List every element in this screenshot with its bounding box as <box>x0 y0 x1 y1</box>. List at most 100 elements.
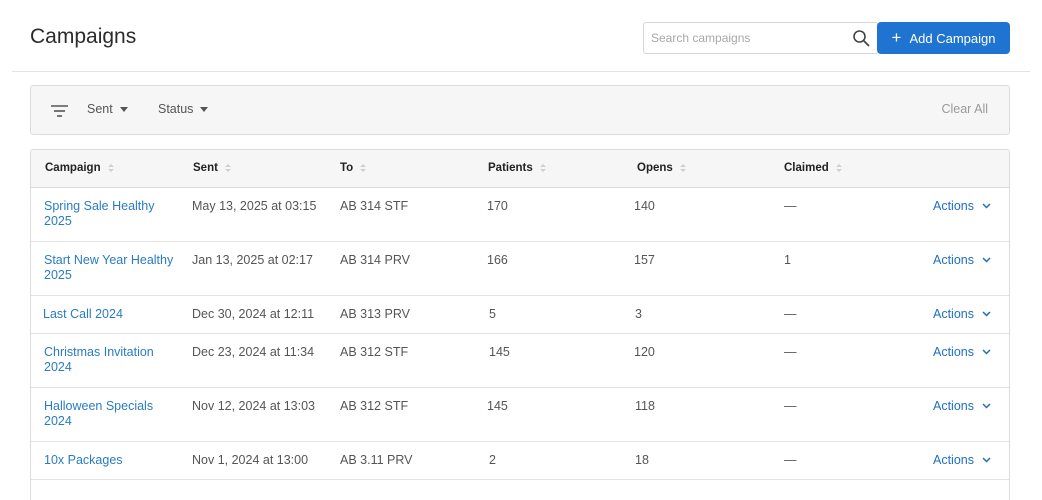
sort-icon <box>539 164 546 172</box>
opens-cell: 3 <box>635 307 642 321</box>
campaigns-page: Campaigns + Add Campaign Sent Status Cl <box>0 0 1042 500</box>
patients-cell: 145 <box>489 345 510 359</box>
page-title: Campaigns <box>30 25 137 48</box>
column-header-opens[interactable]: Opens <box>637 162 686 174</box>
to-cell: AB 3.11 PRV <box>340 453 413 467</box>
campaign-name-line: Start New Year Healthy <box>44 253 174 267</box>
sort-icon <box>107 164 114 172</box>
claimed-cell: — <box>784 199 797 213</box>
column-header-label: Opens <box>637 162 673 174</box>
chevron-down-icon <box>982 457 991 463</box>
campaign-name-link[interactable]: Halloween Specials 2024 <box>44 399 153 429</box>
chevron-down-icon <box>982 257 991 263</box>
column-header-sent[interactable]: Sent <box>193 162 231 174</box>
caret-down-icon <box>200 106 209 112</box>
to-cell: AB 314 PRV <box>340 253 410 267</box>
actions-label: Actions <box>933 345 974 359</box>
to-cell: AB 312 STF <box>340 399 409 413</box>
campaign-name-line: 2025 <box>44 268 72 282</box>
add-campaign-button[interactable]: + Add Campaign <box>877 22 1010 54</box>
campaign-name-line: Last Call 2024 <box>43 307 123 321</box>
sent-cell: Jan 13, 2025 at 02:17 <box>192 253 313 267</box>
status-filter-label: Status <box>158 102 194 116</box>
filter-icon[interactable] <box>51 104 68 118</box>
sent-cell: May 13, 2025 at 03:15 <box>192 199 317 213</box>
sent-filter-dropdown[interactable]: Sent <box>87 102 128 116</box>
column-header-label: Claimed <box>784 162 829 174</box>
table-row: Halloween Specials 2024 Nov 12, 2024 at … <box>31 388 1009 442</box>
column-header-label: Campaign <box>45 162 101 174</box>
add-campaign-label: Add Campaign <box>909 30 996 46</box>
actions-label: Actions <box>933 453 974 467</box>
campaign-name-link[interactable]: Last Call 2024 <box>43 307 123 322</box>
column-header-label: To <box>340 162 354 174</box>
actions-label: Actions <box>933 399 974 413</box>
opens-cell: 157 <box>634 253 655 267</box>
column-header-label: Sent <box>193 162 218 174</box>
search-input[interactable] <box>644 23 844 53</box>
to-cell: AB 313 PRV <box>340 307 410 321</box>
patients-cell: 170 <box>487 199 508 213</box>
sent-cell: Nov 12, 2024 at 13:03 <box>192 399 316 413</box>
actions-label: Actions <box>933 253 974 267</box>
status-filter-dropdown[interactable]: Status <box>158 102 209 116</box>
claimed-cell: 1 <box>784 253 791 267</box>
column-header-patients[interactable]: Patients <box>488 162 546 174</box>
campaign-name-link[interactable]: Start New Year Healthy 2025 <box>44 253 173 283</box>
claimed-cell: — <box>784 453 797 467</box>
to-cell: AB 312 STF <box>340 345 409 359</box>
table-row: Last Call 2024 Dec 30, 2024 at 12:11 AB … <box>31 296 1009 334</box>
column-header-to[interactable]: To <box>340 162 367 174</box>
actions-dropdown[interactable]: Actions <box>933 253 991 267</box>
campaign-name-link[interactable]: Spring Sale Healthy 2025 <box>44 199 154 229</box>
filter-bar: Sent Status Clear All <box>30 85 1010 135</box>
chevron-down-icon <box>982 203 991 209</box>
patients-cell: 145 <box>487 399 508 413</box>
campaign-name-link[interactable]: Christmas Invitation 2024 <box>44 345 154 375</box>
column-header-claimed[interactable]: Claimed <box>784 162 842 174</box>
sent-cell: Dec 23, 2024 at 11:34 <box>192 345 315 359</box>
opens-cell: 140 <box>634 199 655 213</box>
chevron-down-icon <box>982 349 991 355</box>
actions-label: Actions <box>933 199 974 213</box>
chevron-down-icon <box>982 311 991 317</box>
opens-cell: 118 <box>635 399 655 413</box>
claimed-cell: — <box>784 345 797 359</box>
actions-label: Actions <box>933 307 974 321</box>
actions-dropdown[interactable]: Actions <box>933 307 991 321</box>
claimed-cell: — <box>784 307 797 321</box>
search-box[interactable] <box>643 22 879 54</box>
table-row: Christmas Invitation 2024 Dec 23, 2024 a… <box>31 334 1009 388</box>
sent-cell: Dec 30, 2024 at 12:11 <box>192 307 315 321</box>
table-row: Spring Sale Healthy 2025 May 13, 2025 at… <box>31 188 1009 242</box>
search-icon[interactable] <box>852 29 870 47</box>
patients-cell: 5 <box>489 307 496 321</box>
campaign-name-link[interactable]: 10x Packages <box>44 453 123 468</box>
sort-icon <box>360 164 367 172</box>
sort-icon <box>224 164 231 172</box>
sent-filter-label: Sent <box>87 102 113 116</box>
campaign-name-line: 2024 <box>44 414 72 428</box>
actions-dropdown[interactable]: Actions <box>933 453 991 467</box>
claimed-cell: — <box>784 399 797 413</box>
column-header-campaign[interactable]: Campaign <box>45 162 114 174</box>
sort-icon <box>679 164 686 172</box>
table-row: Start New Year Healthy 2025 Jan 13, 2025… <box>31 242 1009 296</box>
campaign-name-line: 10x Packages <box>44 453 123 467</box>
actions-dropdown[interactable]: Actions <box>933 345 991 359</box>
table-row: 10x Packages Nov 1, 2024 at 13:00 AB 3.1… <box>31 442 1009 480</box>
campaign-name-line: Christmas Invitation <box>44 345 154 359</box>
plus-icon: + <box>891 27 902 47</box>
to-cell: AB 314 STF <box>340 199 409 213</box>
actions-dropdown[interactable]: Actions <box>933 399 991 413</box>
opens-cell: 120 <box>634 345 655 359</box>
actions-dropdown[interactable]: Actions <box>933 199 991 213</box>
page-header: Campaigns + Add Campaign <box>12 0 1030 72</box>
caret-down-icon <box>119 106 128 112</box>
clear-all-link[interactable]: Clear All <box>941 102 988 116</box>
campaign-name-line: Spring Sale Healthy <box>44 199 155 213</box>
patients-cell: 166 <box>487 253 508 267</box>
chevron-down-icon <box>982 403 991 409</box>
sort-icon <box>835 164 842 172</box>
campaign-name-line: Halloween Specials <box>44 399 154 413</box>
